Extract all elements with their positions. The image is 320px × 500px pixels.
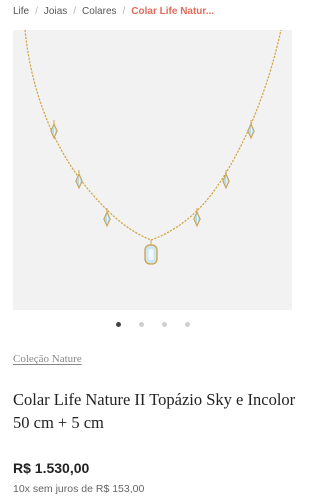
necklace-image — [24, 30, 282, 265]
carousel-dot[interactable] — [184, 322, 190, 327]
carousel-dots — [0, 322, 305, 327]
breadcrumb-joias[interactable]: Joias — [44, 6, 67, 18]
breadcrumb-separator: / — [122, 6, 126, 17]
product-image[interactable] — [13, 30, 292, 310]
breadcrumb-colares[interactable]: Colares — [82, 6, 116, 18]
carousel-dot[interactable] — [138, 322, 144, 327]
product-price: R$ 1.530,00 — [13, 460, 90, 476]
carousel-dot[interactable] — [115, 322, 121, 327]
collection-link[interactable]: Coleção Nature — [13, 353, 82, 365]
breadcrumb-life[interactable]: Life — [13, 6, 29, 18]
breadcrumb: Life / Joias / Colares / Colar Life Natu… — [13, 6, 214, 18]
product-title: Colar Life Nature II Topázio Sky e Incol… — [13, 390, 296, 432]
breadcrumb-current: Colar Life Natur... — [131, 6, 215, 17]
breadcrumb-separator: / — [35, 6, 38, 17]
breadcrumb-separator: / — [73, 6, 77, 17]
installments-info: 10x sem juros de R$ 153,00 — [13, 483, 145, 495]
carousel-dot[interactable] — [161, 322, 167, 327]
